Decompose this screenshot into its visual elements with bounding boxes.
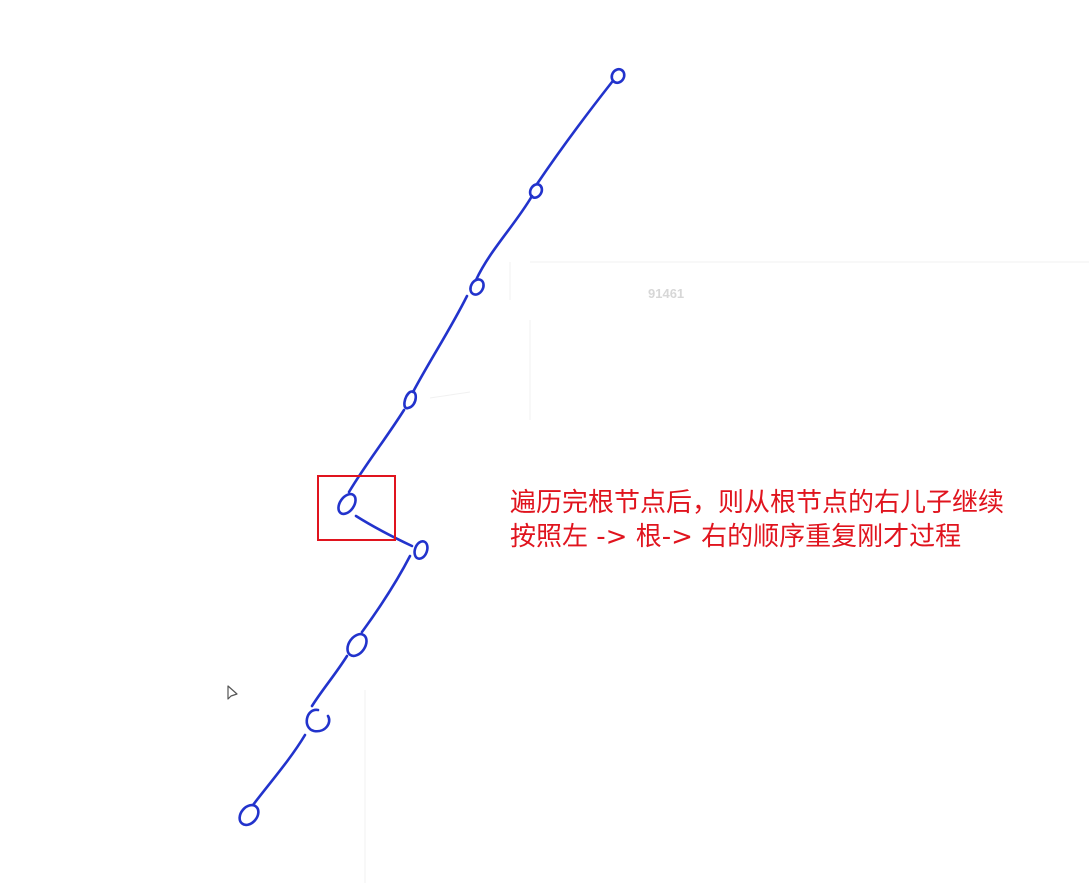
node-3 <box>469 278 485 296</box>
edge-7-8 <box>310 654 349 708</box>
node-5 <box>337 492 357 516</box>
annotation-line-1: 遍历完根节点后，则从根节点的右儿子继续 <box>510 488 1005 518</box>
edge-1-2 <box>535 80 614 186</box>
edge-6-7 <box>360 554 412 634</box>
whiteboard-canvas <box>227 67 1089 883</box>
annotation-text: 遍历完根节点后，则从根节点的右儿子继续 按照左 -> 根-> 右的顺序重复刚才过… <box>510 486 1080 554</box>
background-artifacts <box>364 261 1089 883</box>
cursor-arrow-icon <box>227 685 238 700</box>
edge-3-4 <box>411 294 469 394</box>
tree-nodes <box>238 67 626 827</box>
watermark-number: 91461 <box>648 286 685 301</box>
annotation-line-2: 按照左 -> 根-> 右的顺序重复刚才过程 <box>510 522 962 552</box>
tree-edges <box>251 80 614 807</box>
node-6 <box>413 539 429 561</box>
edge-8-9 <box>251 733 307 807</box>
edge-5-6 <box>354 514 414 548</box>
edge-2-3 <box>474 194 534 282</box>
node-4 <box>403 390 418 410</box>
node-8 <box>305 708 331 733</box>
node-9 <box>238 803 260 827</box>
